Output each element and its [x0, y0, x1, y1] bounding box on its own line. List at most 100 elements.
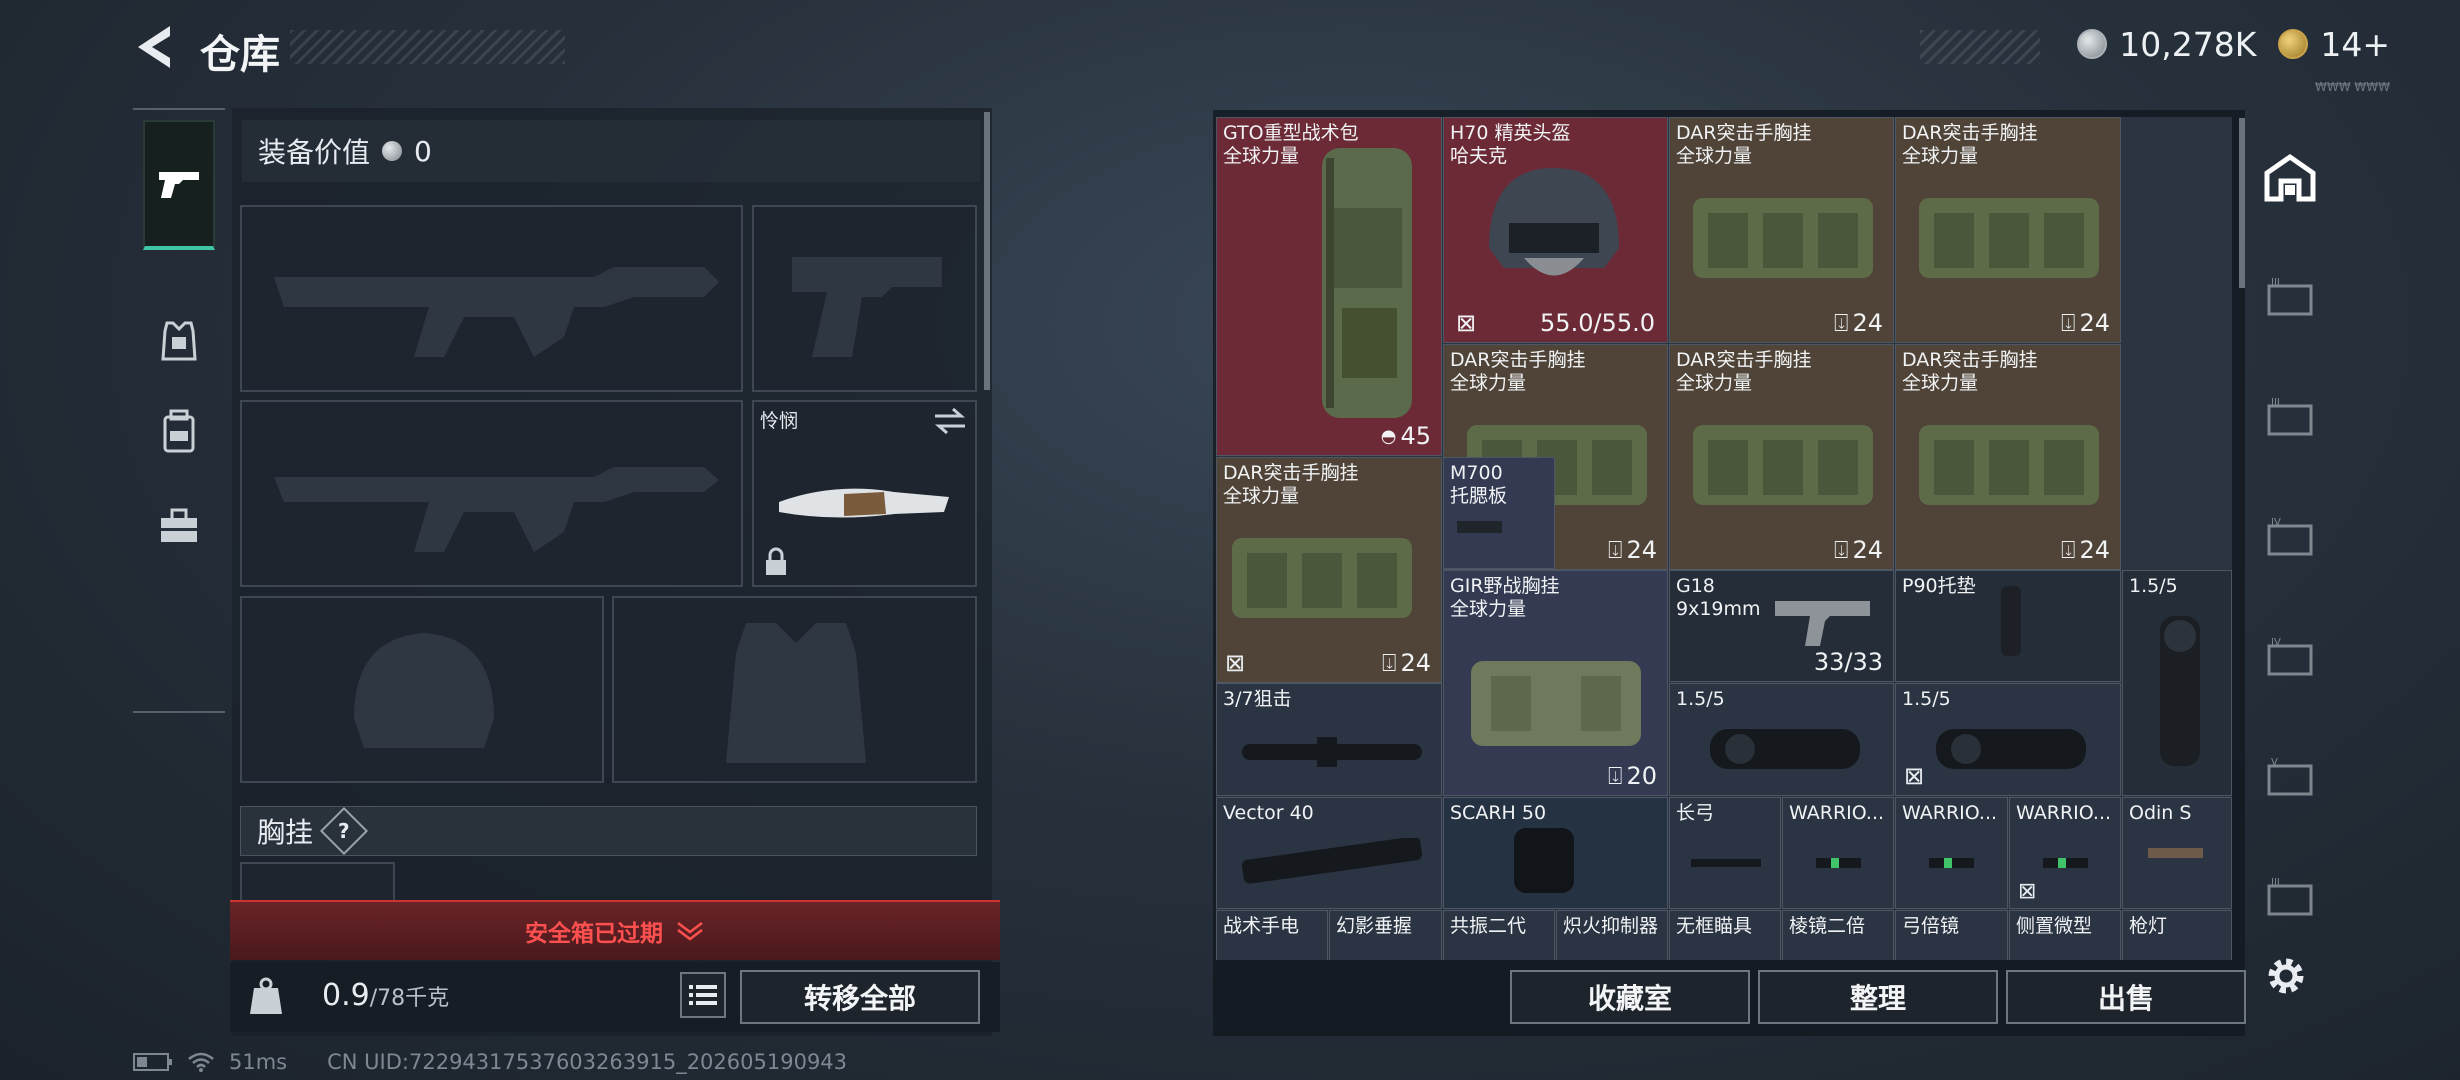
pistol-silhouette-icon: [792, 257, 942, 357]
list-view-button[interactable]: [680, 972, 726, 1018]
stash-item[interactable]: DAR突击手胸挂 全球力量 ⍗ 24: [1669, 117, 1894, 343]
stash-item[interactable]: 共振二代: [1443, 910, 1555, 960]
help-icon[interactable]: ?: [319, 806, 369, 856]
safe-box-expired-text: 安全箱已过期: [525, 921, 663, 947]
chest-rig-slot[interactable]: [240, 862, 395, 902]
nav-backpack[interactable]: [143, 395, 215, 467]
broken-icon: ⊠: [2018, 879, 2037, 904]
rig-count-icon: ⍗: [2061, 309, 2076, 337]
helmet-slot[interactable]: [240, 596, 604, 783]
tab-main-stash[interactable]: [2252, 140, 2328, 216]
nav-weapons[interactable]: [143, 120, 215, 250]
stash-item[interactable]: GTO重型战术包 全球力量 ◓ 45: [1216, 117, 1442, 456]
currency-decoration: [1920, 30, 2040, 64]
stash-item[interactable]: 炽火抑制器: [1556, 910, 1668, 960]
stash-item[interactable]: 侧置微型: [2009, 910, 2121, 960]
scope-item-icon: [1710, 729, 1860, 769]
stash-item[interactable]: DAR突击手胸挂 全球力量 ⊠ ⍗ 24: [1216, 457, 1442, 683]
stash-scrollbar[interactable]: [2239, 118, 2245, 288]
stash-item[interactable]: DAR突击手胸挂 全球力量 ⍗ 24: [1669, 344, 1894, 570]
chest-rig-item-icon: [1919, 198, 2099, 278]
rig-count-icon: ⍗: [1608, 536, 1623, 564]
holster-weapon-slot[interactable]: [240, 400, 743, 587]
suppressor-icon: [1241, 838, 1423, 884]
stash-tab-icon: IV: [2267, 637, 2313, 676]
item-count: ⍗ 24: [1834, 536, 1883, 564]
backpack-icon: [163, 409, 195, 453]
item-count: ⍗ 24: [1834, 309, 1883, 337]
stash-item[interactable]: M700 托腮板: [1443, 457, 1555, 569]
sell-button[interactable]: 出售: [2006, 970, 2246, 1024]
svg-text:V: V: [2271, 757, 2278, 768]
vest-icon: [161, 321, 197, 361]
stash-item[interactable]: 1.5/5: [2122, 570, 2232, 796]
svg-text:IV: IV: [2271, 637, 2281, 648]
tab-stash-3b[interactable]: III: [2252, 380, 2328, 456]
nav-armor[interactable]: [143, 305, 215, 377]
svg-text:IV: IV: [2271, 517, 2281, 528]
pistol-icon: [159, 172, 199, 198]
field-rig-item-icon: [1471, 661, 1641, 746]
armor-slot[interactable]: [612, 596, 977, 783]
stash-item[interactable]: 枪灯: [2122, 910, 2232, 960]
chest-rig-item-icon: [1693, 198, 1873, 278]
nav-case[interactable]: [143, 490, 215, 562]
broken-icon: ⊠: [1225, 649, 1246, 677]
item-name: WARRIO...: [2016, 802, 2112, 824]
item-name: 枪灯: [2129, 915, 2168, 937]
swap-icon[interactable]: [933, 406, 967, 436]
item-name: 1.5/5: [1902, 688, 1951, 710]
stash-item[interactable]: G18 9x19mm 33/33: [1669, 570, 1894, 682]
item-name: 战术手电: [1223, 915, 1300, 937]
tab-stash-5[interactable]: V: [2252, 740, 2328, 816]
item-ammo: 33/33: [1813, 648, 1883, 676]
vault-button[interactable]: 收藏室: [1510, 970, 1750, 1024]
transfer-all-button[interactable]: 转移全部: [740, 970, 980, 1024]
settings-button[interactable]: [2262, 952, 2310, 1000]
stash-item[interactable]: DAR突击手胸挂 全球力量 ⍗ 24: [1895, 344, 2121, 570]
stash-item[interactable]: 1.5/5: [1669, 683, 1894, 796]
stash-item[interactable]: DAR突击手胸挂 全球力量 ⍗ 24: [1895, 117, 2121, 343]
stash-item[interactable]: 幻影垂握: [1329, 910, 1442, 960]
tab-stash-3c[interactable]: III: [2252, 860, 2328, 936]
primary-weapon-slot[interactable]: [240, 205, 743, 392]
stash-item[interactable]: 长弓: [1669, 797, 1781, 909]
stash-item[interactable]: H70 精英头盔 哈夫克 ⊠ 55.0/55.0: [1443, 117, 1668, 343]
stash-item[interactable]: WARRIO...: [1895, 797, 2008, 909]
secondary-weapon-slot[interactable]: [752, 205, 977, 392]
stash-item[interactable]: 战术手电: [1216, 910, 1328, 960]
silver-coin-icon: [382, 141, 403, 161]
backpack-count-icon: ◓: [1380, 425, 1397, 447]
stash-tab-icon: III: [2267, 397, 2313, 436]
stash-item[interactable]: 1.5/5 ⊠: [1895, 683, 2121, 796]
tab-stash-4a[interactable]: IV: [2252, 500, 2328, 576]
safe-box-expired-bar[interactable]: 安全箱已过期: [230, 900, 1000, 960]
ticket-balance[interactable]: 14+: [2320, 25, 2390, 64]
sniper-scope-icon: [1242, 737, 1422, 767]
loadout-scrollbar[interactable]: [984, 112, 990, 390]
stash-item[interactable]: WARRIO... ⊠: [2009, 797, 2121, 909]
item-name: 3/7狙击: [1223, 688, 1292, 710]
stash-item[interactable]: 3/7狙击: [1216, 683, 1442, 796]
stash-item[interactable]: WARRIO...: [1782, 797, 1894, 909]
stash-item[interactable]: Odin S: [2122, 797, 2232, 909]
tab-stash-3a[interactable]: III: [2252, 260, 2328, 336]
stash-item[interactable]: P90托垫: [1895, 570, 2121, 682]
back-button[interactable]: [130, 20, 184, 74]
stash-grid: GTO重型战术包 全球力量 ◓ 45 H70 精英头盔 哈夫克 ⊠ 55.0/55.…: [1216, 117, 2232, 960]
melee-slot[interactable]: 怜悯: [752, 400, 977, 587]
item-name: P90托垫: [1902, 575, 1976, 597]
sort-button[interactable]: 整理: [1758, 970, 1998, 1024]
stash-item[interactable]: 弓倍镜: [1895, 910, 2008, 960]
laser-icon: [2148, 848, 2203, 858]
stash-item[interactable]: SCARH 50: [1443, 797, 1668, 909]
item-count: ◓ 45: [1380, 422, 1431, 450]
stash-item[interactable]: 无框瞄具: [1669, 910, 1781, 960]
armor-silhouette-icon: [726, 623, 866, 763]
equipment-value-label: 装备价值: [258, 136, 371, 169]
stash-item[interactable]: 棱镜二倍: [1782, 910, 1894, 960]
stash-item[interactable]: Vector 40: [1216, 797, 1442, 909]
stash-item[interactable]: GIR野战胸挂 全球力量 ⍗ 20: [1443, 570, 1668, 796]
tab-stash-4b[interactable]: IV: [2252, 620, 2328, 696]
weight-icon: [250, 977, 282, 1014]
